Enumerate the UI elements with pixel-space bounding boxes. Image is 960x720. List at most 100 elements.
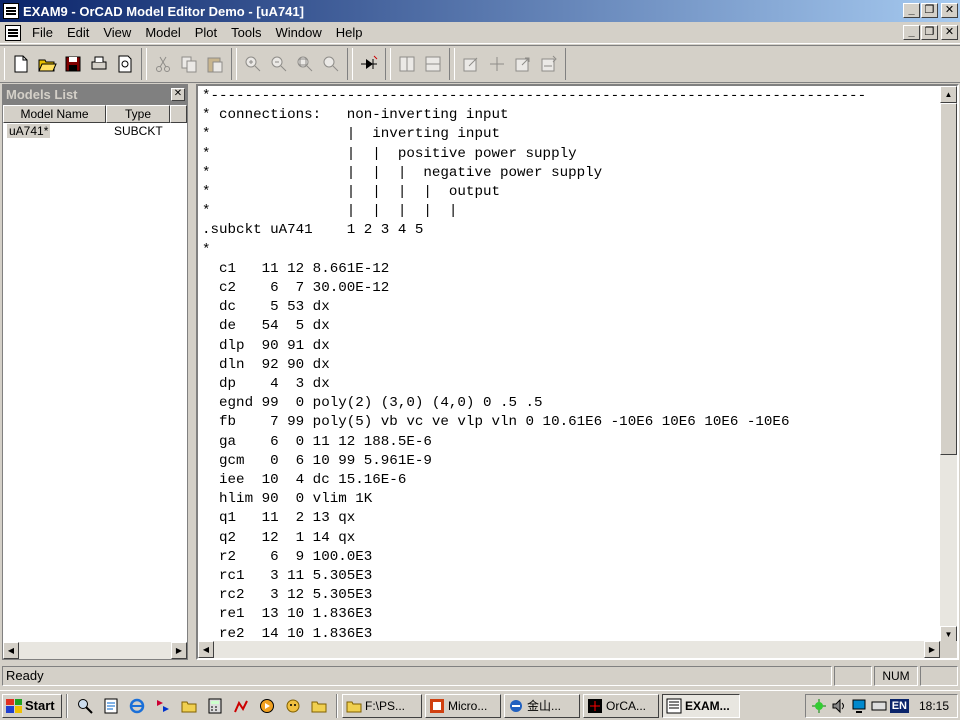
task-powerpoint[interactable]: Micro...: [425, 693, 501, 718]
doc-close-button[interactable]: ✕: [941, 25, 958, 40]
documents-folder-icon[interactable]: [309, 696, 329, 716]
menu-model[interactable]: Model: [138, 25, 187, 40]
editor-line[interactable]: *---------------------------------------…: [202, 87, 938, 106]
zoom-fit-icon[interactable]: [319, 52, 343, 76]
task-orcad[interactable]: OrCA...: [583, 693, 659, 718]
diode-model-icon[interactable]: [357, 52, 381, 76]
editor-line[interactable]: .subckt uA741 1 2 3 4 5: [202, 221, 938, 240]
editor-line[interactable]: ga 6 0 11 12 188.5E-6: [202, 433, 938, 452]
clock[interactable]: 18:15: [919, 699, 953, 713]
internet-explorer-icon[interactable]: [127, 696, 147, 716]
editor-line[interactable]: * | inverting input: [202, 125, 938, 144]
editor-scroll-right-icon[interactable]: ▶: [924, 641, 940, 658]
menu-window[interactable]: Window: [269, 25, 329, 40]
paint-icon[interactable]: [231, 696, 251, 716]
save-icon[interactable]: [61, 52, 85, 76]
crosshair-icon[interactable]: [485, 52, 509, 76]
volume-icon[interactable]: [830, 697, 848, 715]
messenger-icon[interactable]: [283, 696, 303, 716]
copy-icon[interactable]: [177, 52, 201, 76]
menu-file[interactable]: File: [25, 25, 60, 40]
app-icon[interactable]: [3, 3, 19, 19]
menu-help[interactable]: Help: [329, 25, 370, 40]
editor-line[interactable]: re1 13 10 1.836E3: [202, 605, 938, 624]
paste-icon[interactable]: [203, 52, 227, 76]
editor-line[interactable]: * connections: non-inverting input: [202, 106, 938, 125]
panel-close-button[interactable]: ✕: [171, 88, 185, 101]
editor-line[interactable]: * | | | | output: [202, 183, 938, 202]
print-preview-icon[interactable]: [113, 52, 137, 76]
editor-line[interactable]: iee 10 4 dc 15.16E-6: [202, 471, 938, 490]
document-icon[interactable]: [5, 24, 21, 41]
doc-minimize-button[interactable]: _: [903, 25, 920, 40]
cut-icon[interactable]: [151, 52, 175, 76]
editor-line[interactable]: *: [202, 241, 938, 260]
editor-line[interactable]: q2 12 1 14 qx: [202, 529, 938, 548]
player-icon[interactable]: [257, 696, 277, 716]
task-file-explorer[interactable]: F:\PS...: [342, 693, 422, 718]
scroll-left-icon[interactable]: ◀: [3, 642, 19, 659]
netlist-text[interactable]: *---------------------------------------…: [202, 87, 938, 643]
editor-line[interactable]: rc1 3 11 5.305E3: [202, 567, 938, 586]
editor-line[interactable]: egnd 99 0 poly(2) (3,0) (4,0) 0 .5 .5: [202, 394, 938, 413]
calculator-icon[interactable]: [205, 696, 225, 716]
editor-line[interactable]: gcm 0 6 10 99 5.961E-9: [202, 452, 938, 471]
task-kingsoft[interactable]: 金山...: [504, 693, 580, 718]
title-bar[interactable]: EXAM9 - OrCAD Model Editor Demo - [uA741…: [0, 0, 960, 22]
menu-edit[interactable]: Edit: [60, 25, 96, 40]
scroll-right-icon[interactable]: ▶: [171, 642, 187, 659]
model-text-editor[interactable]: *---------------------------------------…: [196, 84, 959, 660]
editor-line[interactable]: dlp 90 91 dx: [202, 337, 938, 356]
search-icon[interactable]: [75, 696, 95, 716]
extract-model-icon[interactable]: [511, 52, 535, 76]
open-folder-icon[interactable]: [35, 52, 59, 76]
editor-line[interactable]: q1 11 2 13 qx: [202, 509, 938, 528]
editor-line[interactable]: dc 5 53 dx: [202, 298, 938, 317]
restore-button[interactable]: ❐: [921, 3, 938, 18]
editor-line[interactable]: * | | positive power supply: [202, 145, 938, 164]
model-list-item[interactable]: uA741* SUBCKT: [3, 123, 187, 139]
simulate-icon[interactable]: [537, 52, 561, 76]
task-model-editor[interactable]: EXAM...: [662, 693, 740, 718]
media-icon[interactable]: [153, 696, 173, 716]
new-file-icon[interactable]: [9, 52, 33, 76]
network-icon[interactable]: [810, 697, 828, 715]
computer-icon[interactable]: [850, 697, 868, 715]
menu-view[interactable]: View: [96, 25, 138, 40]
editor-line[interactable]: * | | | | |: [202, 202, 938, 221]
editor-vertical-scrollbar[interactable]: ▲ ▼: [940, 86, 957, 643]
editor-line[interactable]: c1 11 12 8.661E-12: [202, 260, 938, 279]
doc-restore-button[interactable]: ❐: [921, 25, 938, 40]
minimize-button[interactable]: _: [903, 3, 920, 18]
close-button[interactable]: ✕: [941, 3, 958, 18]
menu-plot[interactable]: Plot: [188, 25, 224, 40]
editor-line[interactable]: fb 7 99 poly(5) vb vc ve vlp vln 0 10.61…: [202, 413, 938, 432]
split-horizontal-icon[interactable]: [421, 52, 445, 76]
zoom-area-icon[interactable]: [293, 52, 317, 76]
zoom-in-icon[interactable]: [241, 52, 265, 76]
models-list-horizontal-scrollbar[interactable]: ◀ ▶: [3, 642, 187, 659]
zoom-out-icon[interactable]: [267, 52, 291, 76]
folder-icon[interactable]: [179, 696, 199, 716]
editor-scroll-left-icon[interactable]: ◀: [198, 641, 214, 658]
editor-line[interactable]: c2 6 7 30.00E-12: [202, 279, 938, 298]
scroll-thumb[interactable]: [940, 103, 957, 455]
menu-tools[interactable]: Tools: [224, 25, 268, 40]
editor-line[interactable]: * | | | negative power supply: [202, 164, 938, 183]
editor-line[interactable]: hlim 90 0 vlim 1K: [202, 490, 938, 509]
editor-line[interactable]: r2 6 9 100.0E3: [202, 548, 938, 567]
notepad-icon[interactable]: [101, 696, 121, 716]
keyboard-icon[interactable]: [870, 697, 888, 715]
editor-line[interactable]: rc2 3 12 5.305E3: [202, 586, 938, 605]
split-vertical-icon[interactable]: [395, 52, 419, 76]
model-name[interactable]: uA741*: [7, 124, 51, 138]
print-icon[interactable]: [87, 52, 111, 76]
start-button[interactable]: Start: [2, 693, 62, 718]
editor-line[interactable]: dp 4 3 dx: [202, 375, 938, 394]
scroll-up-icon[interactable]: ▲: [940, 86, 957, 103]
language-indicator[interactable]: EN: [889, 699, 909, 713]
column-header-type[interactable]: Type: [106, 105, 170, 123]
editor-line[interactable]: de 54 5 dx: [202, 317, 938, 336]
editor-line[interactable]: dln 92 90 dx: [202, 356, 938, 375]
editor-horizontal-scrollbar[interactable]: ◀ ▶: [198, 641, 940, 658]
